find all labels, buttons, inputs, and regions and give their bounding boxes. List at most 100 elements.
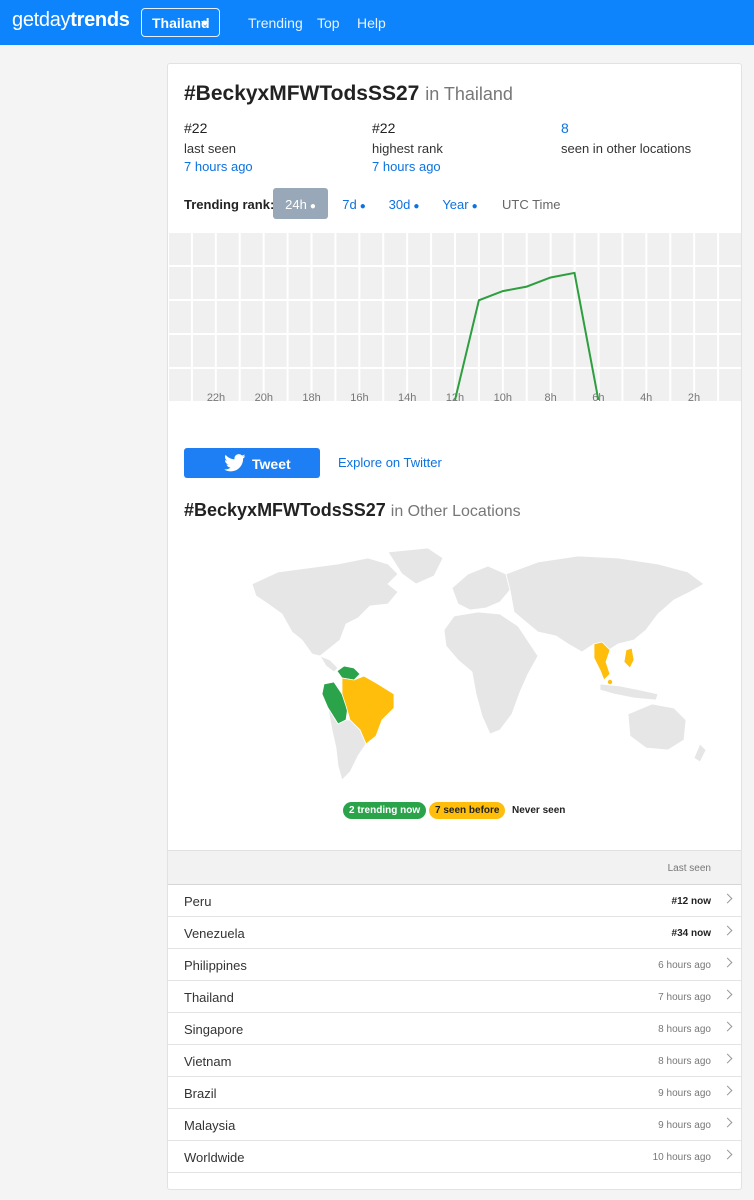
table-row[interactable]: Worldwide 10 hours ago [168,1141,741,1173]
map-southeast-asia [593,641,611,681]
table-row[interactable]: Peru #12 now [168,885,741,917]
chart-grid-cell [169,267,191,299]
chart-grid-cell [240,233,263,265]
map-new-zealand [693,743,707,763]
nav-link-trending[interactable]: Trending [248,15,303,31]
nav-link-help[interactable]: Help [357,15,386,31]
chart-grid-cell [551,233,574,265]
chart-grid-cell [647,233,670,265]
stat-when-link[interactable]: 7 hours ago [184,159,253,174]
legend-seen-before: 7 seen before [429,802,506,819]
chart-grid-cell [647,267,670,299]
chart-grid-cell [408,233,431,265]
other-trend-name: #BeckyxMFWTodsSS27 [184,500,386,520]
map-north-america [251,557,399,657]
table-row[interactable]: Singapore 8 hours ago [168,1013,741,1045]
chart-grid-cell [169,335,191,367]
stat-highest-rank: #22 highest rank 7 hours ago [372,120,443,174]
chart-grid-cell [719,233,741,265]
location-name: Vietnam [184,1054,232,1069]
map-philippines [623,647,635,669]
chart-grid-cell [360,301,383,333]
twitter-bird-icon [224,454,246,472]
chart-grid-cell [336,335,359,367]
chart-grid-cell [264,233,287,265]
chart-grid-cell [169,369,191,401]
stat-number: #22 [184,120,208,136]
stat-label: seen in other locations [561,141,692,156]
legend-never-seen: Never seen [512,805,566,816]
rank-tabs: Trending rank: 24h ● 7d ● 30d ● Year ● UTC T… [184,188,724,219]
chart-grid-cell [623,335,646,367]
explore-on-twitter-link[interactable]: Explore on Twitter [338,455,442,470]
table-row[interactable]: Venezuela #34 now [168,917,741,949]
chart-grid-cell [719,335,741,367]
stat-other-locations: 8 seen in other locations [561,120,691,156]
chart-grid-cell [216,301,239,333]
tab-24h[interactable]: 24h ● [273,188,328,219]
chart-grid-cell [360,267,383,299]
chart-x-tick-label: 2h [688,392,700,404]
map-indonesia [599,683,659,701]
chart-x-tick-label: 8h [544,392,556,404]
other-locations-title: #BeckyxMFWTodsSS27 in Other Locations [184,500,521,521]
location-name: Brazil [184,1086,217,1101]
chart-grid-cell [647,335,670,367]
location-last-seen: 9 hours ago [658,1120,711,1131]
trend-name: #BeckyxMFWTodsSS27 [184,82,420,105]
table-row[interactable]: Malaysia 9 hours ago [168,1109,741,1141]
chart-grid-cell [384,267,407,299]
country-dropdown[interactable]: Thailand [141,8,220,37]
chart-grid-cell [527,233,550,265]
table-row[interactable]: Philippines 6 hours ago [168,949,741,981]
chart-grid-cell [432,233,454,265]
chart-grid-cell [551,301,574,333]
chart-grid-cell [599,267,622,299]
location-last-seen: #34 now [671,928,711,939]
tweet-button[interactable]: Tweet [184,448,320,478]
chart-grid-cell [312,233,335,265]
chart-grid-cell [288,233,311,265]
chart-x-tick-label: 22h [207,392,225,404]
chart-grid-cell [432,267,454,299]
chevron-right-icon [722,1053,733,1064]
chart-x-tick-label: 14h [398,392,416,404]
location-last-seen: 7 hours ago [658,992,711,1003]
tab-7d[interactable]: 7d ● [334,188,374,219]
rank-label: Trending rank: [184,197,275,212]
chevron-right-icon [722,1117,733,1128]
chart-grid-cell [671,233,694,265]
table-row[interactable]: Brazil 9 hours ago [168,1077,741,1109]
map-australia [627,703,687,751]
trend-title: #BeckyxMFWTodsSS27 in Thailand [184,82,513,106]
location-last-seen: 8 hours ago [658,1024,711,1035]
chart-grid-cell [240,267,263,299]
chart-grid-cell [503,301,526,333]
stat-number: #22 [372,120,396,136]
chart-grid-cell [384,335,407,367]
stat-when-link[interactable]: 7 hours ago [372,159,443,174]
site-logo[interactable]: getdaytrends [12,9,130,32]
stat-number-link[interactable]: 8 [561,120,691,136]
chart-grid-cell [479,301,502,333]
tab-label: Year [442,197,469,212]
location-name: Singapore [184,1022,244,1037]
nav-link-top[interactable]: Top [317,15,340,31]
chart-grid-cell [719,369,741,401]
location-name: Philippines [184,958,247,973]
chart-grid-cell [264,301,287,333]
chevron-right-icon [722,925,733,936]
table-row[interactable]: Thailand 7 hours ago [168,981,741,1013]
chart-grid-cell [169,301,191,333]
location-last-seen: 10 hours ago [652,1152,711,1163]
table-row[interactable]: Vietnam 8 hours ago [168,1045,741,1077]
locations-table-header: Last seen [168,850,741,885]
location-name: Peru [184,894,212,909]
chart-grid-cell [503,267,526,299]
tab-year[interactable]: Year ● [438,188,482,219]
chart-x-tick-label: 18h [302,392,320,404]
location-name: Worldwide [184,1150,245,1165]
chevron-right-icon [722,893,733,904]
location-last-seen: 9 hours ago [658,1088,711,1099]
tab-30d[interactable]: 30d ● [382,188,426,219]
